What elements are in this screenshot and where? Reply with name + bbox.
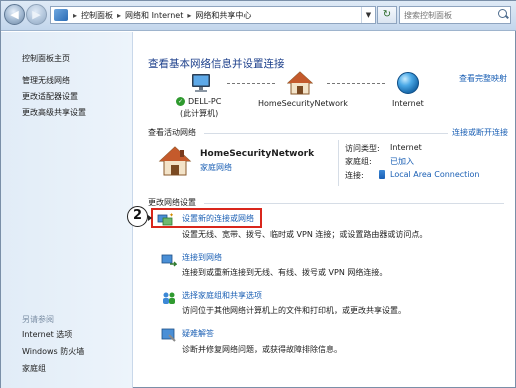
connect-disconnect-link[interactable]: 连接或断开连接 [452, 127, 508, 138]
map-connector [227, 83, 275, 84]
search-icon[interactable] [498, 9, 507, 18]
sidebar-item-control-panel-home[interactable]: 控制面板主页 [22, 53, 70, 64]
forward-arrow-icon[interactable]: ▶ [26, 4, 47, 25]
divider [338, 140, 339, 186]
see-also-heading: 另请参阅 [22, 315, 54, 324]
network-sharing-center-window: ◀ ▶ ▸ 控制面板 ▸ 网络和 Internet ▸ 网络和共享中心 ▼ ↻ … [0, 0, 516, 388]
network-type-link[interactable]: 家庭网络 [200, 162, 232, 173]
access-type-value: Internet [390, 143, 422, 152]
homegroup-icon [163, 292, 175, 304]
sidebar-item-advanced-sharing[interactable]: 更改高级共享设置 [22, 107, 86, 118]
map-connector [327, 83, 385, 84]
troubleshoot-link[interactable]: 疑难解答 [182, 328, 214, 339]
task-description: 连接到或重新连接到无线、有线、拨号或 VPN 网络连接。 [182, 268, 388, 277]
task-description: 诊断并修复网络问题，或获得故障排除信息。 [182, 345, 342, 354]
computer-icon [192, 74, 210, 92]
address-toolbar: ◀ ▶ ▸ 控制面板 ▸ 网络和 Internet ▸ 网络和共享中心 ▼ ↻ [1, 1, 516, 31]
divider [204, 133, 448, 134]
computer-sub-label: (此计算机) [180, 109, 219, 118]
connect-to-network-link[interactable]: 连接到网络 [182, 252, 222, 263]
troubleshoot-icon [161, 328, 176, 342]
active-network-name: HomeSecurityNetwork [200, 149, 315, 159]
control-panel-icon [54, 9, 68, 21]
breadcrumb-network-internet[interactable]: 网络和 Internet [123, 10, 185, 21]
page-title: 查看基本网络信息并设置连接 [148, 58, 285, 70]
house-icon [287, 71, 313, 95]
task-description: 设置无线、宽带、拨号、临时或 VPN 连接；或设置路由器或访问点。 [182, 230, 428, 239]
task-description: 访问位于其他网络计算机上的文件和打印机，或更改共享设置。 [182, 306, 406, 315]
computer-name: DELL-PC [188, 97, 222, 106]
sidebar-item-windows-firewall[interactable]: Windows 防火墙 [22, 346, 84, 357]
access-type-label: 访问类型: [345, 144, 380, 153]
main-content: 查看基本网络信息并设置连接 查看完整映射 ✓ DELL-PC (此计算机) Ho… [134, 32, 516, 388]
breadcrumb[interactable]: ▸ 控制面板 ▸ 网络和 Internet ▸ 网络和共享中心 ▼ [50, 6, 376, 24]
connect-icon [161, 254, 177, 267]
step-pointer [148, 215, 152, 221]
back-arrow-icon[interactable]: ◀ [4, 4, 25, 25]
sidebar-item-adapter-settings[interactable]: 更改适配器设置 [22, 91, 78, 102]
network-map-label: HomeSecurityNetwork [258, 99, 348, 108]
globe-icon [397, 72, 419, 94]
search-input[interactable] [399, 6, 511, 24]
breadcrumb-separator: ▸ [73, 10, 78, 20]
sidebar: 控制面板主页 管理无线网络 更改适配器设置 更改高级共享设置 另请参阅 Inte… [1, 32, 133, 388]
sidebar-item-manage-wireless[interactable]: 管理无线网络 [22, 75, 70, 86]
active-networks-heading: 查看活动网络 [148, 128, 196, 137]
checkmark-icon: ✓ [176, 97, 185, 106]
breadcrumb-separator: ▸ [117, 10, 122, 20]
divider [204, 203, 504, 204]
breadcrumb-separator: ▸ [187, 10, 192, 20]
breadcrumb-control-panel[interactable]: 控制面板 [79, 10, 115, 21]
chevron-down-icon[interactable]: ▼ [361, 7, 375, 23]
connection-icon [379, 170, 385, 179]
local-area-connection-link[interactable]: Local Area Connection [390, 170, 480, 179]
breadcrumb-network-sharing-center[interactable]: 网络和共享中心 [193, 10, 253, 21]
view-full-map-link[interactable]: 查看完整映射 [459, 73, 507, 84]
house-icon[interactable] [158, 145, 192, 177]
homegroup-sharing-link[interactable]: 选择家庭组和共享选项 [182, 290, 262, 301]
homegroup-label: 家庭组: [345, 157, 372, 166]
sidebar-item-internet-options[interactable]: Internet 选项 [22, 329, 72, 340]
svg-text:✦: ✦ [169, 212, 173, 219]
refresh-icon[interactable]: ↻ [377, 6, 397, 24]
sidebar-item-homegroup[interactable]: 家庭组 [22, 363, 46, 374]
step-number-badge: 2 [127, 206, 148, 227]
connections-label: 连接: [345, 171, 364, 180]
homegroup-link[interactable]: 已加入 [390, 156, 414, 167]
change-settings-heading: 更改网络设置 [148, 198, 196, 207]
setup-connection-link[interactable]: 设置新的连接或网络 [182, 213, 254, 224]
network-setup-icon: ✦ [157, 212, 173, 226]
internet-label: Internet [392, 99, 424, 108]
